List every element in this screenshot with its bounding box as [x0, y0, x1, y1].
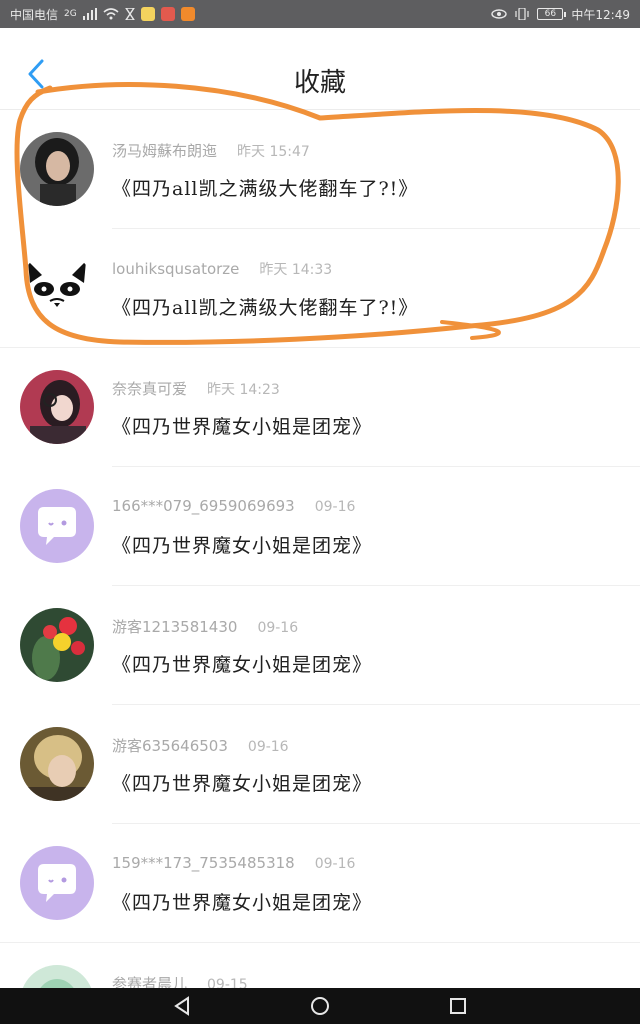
avatar[interactable] — [20, 846, 94, 920]
item-title: 《四乃世界魔女小姐是团宠》 — [112, 654, 373, 676]
list-item[interactable]: 汤马姆蘇布朗迤 昨天 15:47 《四乃all凯之满级大佬翻车了?!》 — [0, 110, 640, 229]
item-username: 奈奈真可爱 — [112, 380, 188, 398]
carrier-label: 中国电信 — [10, 7, 59, 22]
nav-home-button[interactable] — [306, 992, 334, 1020]
item-title: 《四乃世界魔女小姐是团宠》 — [112, 535, 373, 557]
avatar[interactable] — [20, 727, 94, 801]
item-username: 参赛者晨儿 — [112, 975, 188, 988]
app-notification-icon — [140, 7, 155, 21]
item-time: 09-15 — [207, 977, 248, 988]
item-title: 《四乃all凯之满级大佬翻车了?!》 — [112, 178, 419, 200]
item-time: 昨天 14:33 — [259, 262, 333, 278]
list-item[interactable]: 159***173_7535485318 09-16 《四乃世界魔女小姐是团宠》 — [0, 824, 640, 943]
item-title: 《四乃世界魔女小姐是团宠》 — [112, 892, 373, 914]
item-title: 《四乃世界魔女小姐是团宠》 — [112, 773, 373, 795]
list-item[interactable]: 奈奈真可爱 昨天 14:23 《四乃世界魔女小姐是团宠》 — [0, 348, 640, 467]
clock-label: 中午12:49 — [571, 7, 630, 22]
header: 收藏 — [0, 28, 640, 110]
item-time: 09-16 — [247, 739, 289, 755]
list-item[interactable]: louhiksqusatorze 昨天 14:33 《四乃all凯之满级大佬翻车… — [0, 229, 640, 348]
avatar[interactable] — [20, 132, 94, 206]
item-username: 159***173_7535485318 — [112, 854, 295, 872]
item-title: 《四乃all凯之满级大佬翻车了?!》 — [112, 297, 419, 319]
item-time: 09-16 — [257, 620, 299, 636]
hourglass-icon — [124, 8, 135, 20]
page-title: 收藏 — [293, 68, 346, 98]
item-title: 《四乃世界魔女小姐是团宠》 — [112, 416, 373, 438]
triangle-back-icon — [174, 996, 189, 1016]
list-item[interactable]: 166***079_6959069693 09-16 《四乃世界魔女小姐是团宠》 — [0, 467, 640, 586]
favorites-list: 汤马姆蘇布朗迤 昨天 15:47 《四乃all凯之满级大佬翻车了?!》 louh… — [0, 110, 640, 988]
vibrate-icon — [515, 8, 530, 20]
avatar[interactable] — [20, 251, 94, 325]
item-time: 09-16 — [314, 499, 356, 515]
chat-bubble-icon — [20, 846, 94, 920]
avatar[interactable] — [20, 370, 94, 444]
item-username: 166***079_6959069693 — [112, 497, 295, 515]
avatar[interactable] — [20, 608, 94, 682]
item-username: 游客1213581430 — [112, 618, 238, 636]
signal-icon — [82, 8, 97, 20]
item-username: 游客635646503 — [112, 737, 228, 755]
square-recents-icon — [450, 998, 466, 1014]
network-label: 2G — [64, 9, 77, 19]
circle-home-icon — [311, 997, 329, 1015]
wifi-icon — [103, 8, 119, 20]
list-item[interactable]: 游客635646503 09-16 《四乃世界魔女小姐是团宠》 — [0, 705, 640, 824]
app-notification-icon — [160, 7, 175, 21]
item-time: 昨天 14:23 — [207, 382, 280, 398]
nav-recents-button[interactable] — [444, 992, 472, 1020]
list-item[interactable]: 参赛者晨儿 09-15 — [0, 943, 640, 988]
app-notification-icon — [180, 7, 195, 21]
list-item[interactable]: 游客1213581430 09-16 《四乃世界魔女小姐是团宠》 — [0, 586, 640, 705]
item-time: 昨天 15:47 — [237, 144, 310, 160]
item-time: 09-16 — [314, 856, 356, 872]
system-nav-bar — [0, 988, 640, 1024]
item-username: 汤马姆蘇布朗迤 — [112, 142, 218, 160]
chat-bubble-icon — [20, 489, 94, 563]
eye-icon — [491, 9, 508, 19]
item-username: louhiksqusatorze — [112, 260, 240, 278]
nav-back-button[interactable] — [168, 992, 196, 1020]
avatar[interactable] — [20, 489, 94, 563]
avatar[interactable] — [20, 965, 94, 988]
battery-indicator: 66 — [537, 8, 567, 20]
status-bar: 中国电信 2G 66 中午12:49 — [0, 0, 640, 28]
